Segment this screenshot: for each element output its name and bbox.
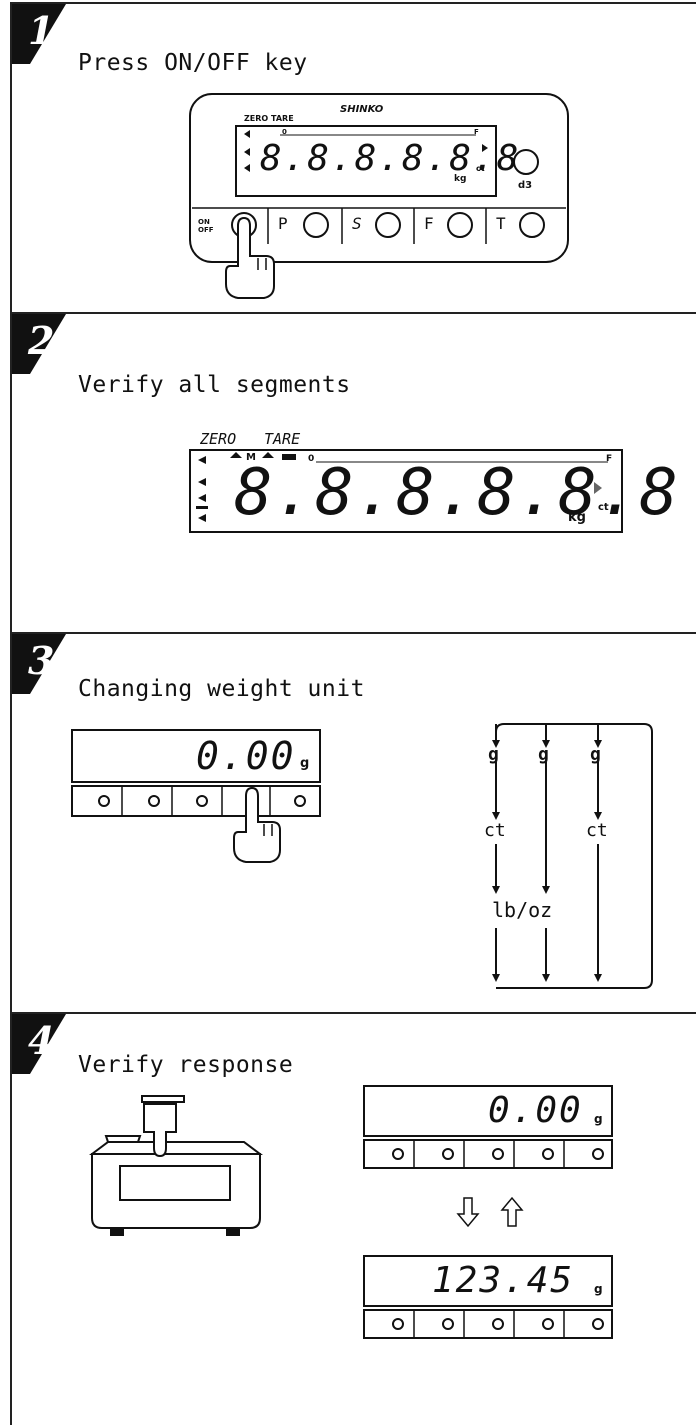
key-t-label: T: [496, 214, 506, 233]
flow-g-3: g: [590, 744, 601, 765]
step-number-3: 3: [28, 638, 55, 683]
panel-bar-end: F: [474, 128, 479, 136]
panel-top-labels: ZERO TARE: [244, 114, 294, 123]
segment-side-unit: ct: [598, 502, 609, 513]
weight-display-digits: 123.45: [432, 1260, 575, 1301]
flow-ct-left: ct: [484, 820, 506, 841]
pointing-hand-icon: [234, 788, 280, 862]
panel-brand: SHINKO: [340, 104, 384, 115]
flow-g-2: g: [538, 744, 549, 765]
segment-digits: 8.8.8.8.8.8: [234, 456, 680, 530]
step-3: 3 Changing weight unit 0.00 g g g g ct c…: [10, 632, 696, 1014]
step-1: 1 Press ON/OFF key SHINKO ZERO TARE 0 F …: [10, 2, 696, 314]
key-on-off-label: ON OFF: [198, 218, 214, 234]
key-s-label: S: [352, 214, 362, 233]
step-number-4: 4: [28, 1018, 55, 1063]
unit-display-unit: g: [300, 756, 310, 771]
flow-ct-right: ct: [586, 820, 608, 841]
step-2-title: Verify all segments: [78, 372, 351, 398]
panel-unit: kg: [454, 174, 467, 184]
panel-bar-label: 0: [282, 128, 287, 136]
unit-display-digits: 0.00: [196, 734, 296, 778]
up-arrow-icon: [502, 1198, 522, 1226]
segment-unit: kg: [568, 510, 586, 525]
step-number-2: 2: [28, 318, 55, 363]
step-3-title: Changing weight unit: [78, 676, 365, 702]
key-f[interactable]: [444, 209, 476, 241]
label-zero: ZERO: [200, 430, 237, 448]
label-tare: TARE: [264, 430, 301, 448]
key-p[interactable]: [300, 209, 332, 241]
step-2: Verify all segments 2 ZERO TARE M 0 F 8.…: [10, 312, 696, 634]
step-number-1: 1: [28, 8, 55, 53]
key-f-label: F: [424, 214, 434, 233]
down-arrow-icon: [458, 1198, 478, 1226]
key-p-label: P: [278, 214, 288, 233]
pointing-hand-icon: [226, 218, 274, 298]
key-t[interactable]: [516, 209, 548, 241]
panel-knob-label: d3: [518, 180, 533, 191]
panel-side-unit: ct: [476, 164, 485, 173]
flow-lb-oz: lb/oz: [492, 898, 553, 922]
flow-g-1: g: [488, 744, 499, 765]
instruction-sheet: 1 Press ON/OFF key SHINKO ZERO TARE 0 F …: [10, 2, 698, 1425]
weight-display-unit: g: [594, 1282, 603, 1296]
step-4: 4 Verify response 0.00 g 123.45 g: [10, 1012, 696, 1425]
key-s[interactable]: [372, 209, 404, 241]
zero-display-digits: 0.00: [488, 1090, 583, 1131]
step-4-title: Verify response: [78, 1052, 294, 1078]
scale-icon: [92, 1096, 260, 1236]
step-1-title: Press ON/OFF key: [78, 50, 308, 76]
zero-display-unit: g: [594, 1112, 603, 1126]
